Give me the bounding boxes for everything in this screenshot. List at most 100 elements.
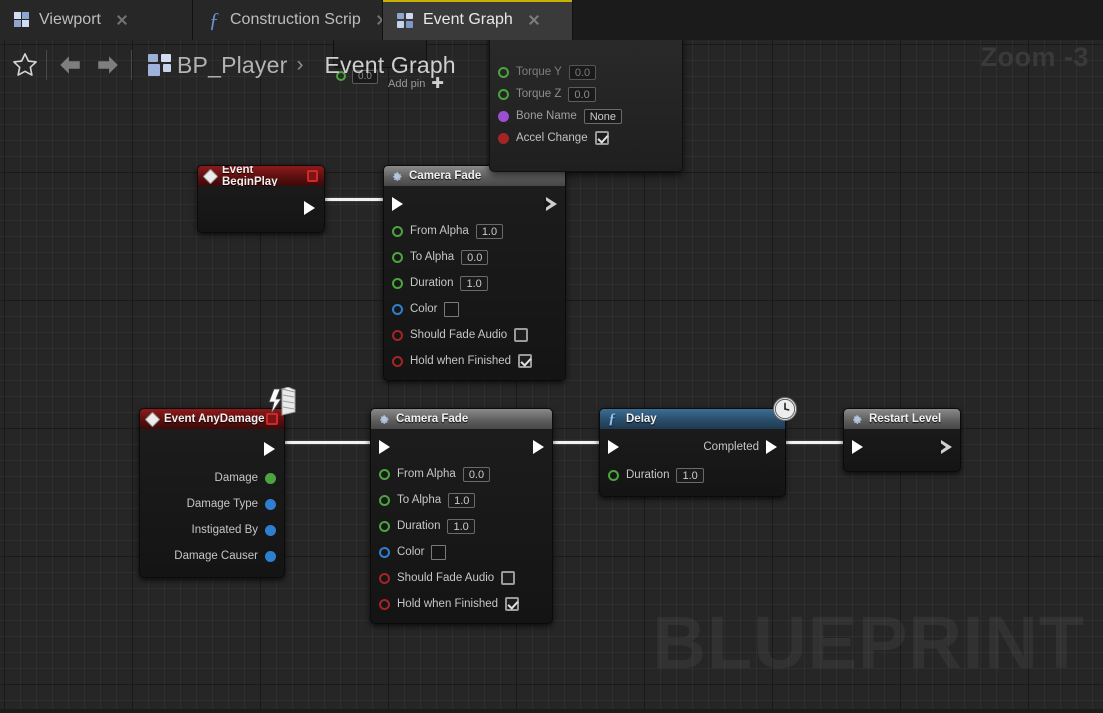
pin-icon-torque-z[interactable] [498, 88, 509, 100]
node-delay[interactable]: ƒ Delay Completed Duration 1.0 [599, 397, 797, 497]
exec-output-pin[interactable] [533, 440, 544, 454]
node-header[interactable]: Restart Level [844, 409, 960, 429]
pin-label: Hold when Finished [410, 355, 512, 367]
close-icon[interactable] [375, 13, 382, 27]
pin-label: From Alpha [410, 225, 469, 237]
node-row: From Alpha 1.0 [384, 220, 565, 242]
pin-icon-color[interactable] [392, 303, 403, 315]
pin-icon-damage-type[interactable] [265, 498, 276, 510]
exec-output-pin-completed[interactable] [766, 440, 777, 454]
exec-input-pin[interactable] [608, 440, 619, 454]
forward-arrow-icon[interactable] [89, 48, 127, 82]
tab-construction-script[interactable]: ƒ Construction Scrip [193, 0, 383, 40]
pin-icon-from-alpha[interactable] [379, 468, 390, 480]
breadcrumb-graph-name[interactable]: Event Graph [324, 52, 455, 79]
pin-icon-accel-change[interactable] [498, 132, 509, 144]
pin-icon-hold-when-finished[interactable] [392, 355, 403, 367]
exec-output-pin[interactable] [264, 442, 275, 456]
node-row: Damage Causer [140, 545, 284, 567]
checkbox-hold-when-finished[interactable] [505, 597, 520, 611]
value-field-duration[interactable]: 1.0 [460, 275, 488, 291]
checkbox-should-fade-audio[interactable] [501, 571, 516, 585]
value-field[interactable]: 0.0 [568, 86, 596, 102]
exec-output-pin[interactable] [544, 197, 557, 211]
toolbar-separator [46, 50, 47, 80]
node-body: Completed Duration 1.0 [600, 429, 785, 496]
exec-input-pin[interactable] [379, 440, 390, 454]
exec-output-pin[interactable] [939, 440, 952, 454]
pin-icon-hold-when-finished[interactable] [379, 598, 390, 610]
delegate-output-pin[interactable] [306, 170, 318, 182]
pin-icon-color[interactable] [379, 546, 390, 558]
close-icon[interactable] [527, 13, 541, 27]
node-event-beginplay[interactable]: Event BeginPlay [197, 165, 325, 233]
checkbox[interactable] [594, 131, 609, 145]
node-title: Camera Fade [396, 413, 469, 425]
exec-output-pin[interactable] [304, 201, 315, 215]
node-event-anydamage[interactable]: Event AnyDamage Damage Damage Type Insti… [139, 386, 296, 578]
pin-label: Torque Y [516, 66, 562, 78]
exec-input-pin[interactable] [392, 197, 403, 211]
partial-node-add-torque[interactable]: Torque Y 0.0 Torque Z 0.0 Bone Name None… [489, 40, 683, 172]
pin-icon-duration[interactable] [608, 469, 619, 481]
pin-icon-to-alpha[interactable] [392, 251, 403, 263]
node-row-exec: Completed [600, 435, 785, 459]
node-row: Color [384, 298, 565, 320]
close-icon[interactable] [115, 13, 129, 27]
back-arrow-icon[interactable] [51, 48, 89, 82]
pin-icon-from-alpha[interactable] [392, 225, 403, 237]
node-row: Color [371, 541, 552, 563]
value-field-duration[interactable]: 1.0 [447, 518, 475, 534]
node-camera-fade-1[interactable]: Camera Fade From Alpha 1.0 To Alpha 0.0 [383, 165, 566, 381]
gear-icon [391, 170, 403, 182]
pin-icon-should-fade-audio[interactable] [392, 329, 403, 341]
value-field-from-alpha[interactable]: 1.0 [475, 223, 504, 239]
node-header[interactable]: Camera Fade [371, 409, 552, 429]
value-field-to-alpha[interactable]: 0.0 [461, 249, 489, 265]
pin-icon-damage[interactable] [265, 472, 276, 484]
pin-label: Accel Change [516, 132, 588, 144]
node-row: Duration 1.0 [371, 515, 552, 537]
node-body [198, 186, 324, 232]
node-row-exec-out [140, 437, 284, 461]
pin-icon-should-fade-audio[interactable] [379, 572, 390, 584]
event-graph-canvas[interactable]: BLUEPRINT 0.0 Add pin ✚ Torque Y 0.0 Tor… [0, 40, 1103, 713]
node-title: Restart Level [869, 413, 942, 425]
value-field[interactable]: None [583, 108, 623, 124]
node-title: Camera Fade [409, 170, 482, 182]
node-header[interactable]: Event BeginPlay [198, 166, 324, 186]
pin-icon-torque-y[interactable] [498, 66, 509, 78]
color-swatch[interactable] [444, 301, 460, 317]
checkbox-should-fade-audio[interactable] [514, 328, 529, 342]
favorite-star-icon[interactable] [8, 49, 42, 81]
value-field-duration[interactable]: 1.0 [676, 467, 704, 483]
pin-icon-damage-causer[interactable] [265, 550, 276, 562]
value-field[interactable]: 0.0 [568, 64, 597, 80]
pin-label: Bone Name [516, 110, 577, 122]
event-diamond-icon [144, 411, 161, 427]
node-camera-fade-2[interactable]: Camera Fade From Alpha 0.0 To Alpha 1.0 [370, 408, 553, 624]
exec-input-pin[interactable] [852, 440, 863, 454]
pin-icon-to-alpha[interactable] [379, 494, 390, 506]
tab-viewport[interactable]: Viewport [0, 0, 193, 40]
breadcrumb-blueprint-name[interactable]: BP_Player [177, 52, 287, 79]
latent-clock-icon [773, 397, 797, 421]
color-swatch[interactable] [431, 544, 447, 560]
pin-label: From Alpha [397, 468, 456, 480]
node-row: Bone Name None [490, 105, 682, 127]
pin-icon-instigated-by[interactable] [265, 524, 276, 536]
pin-icon-duration[interactable] [379, 520, 390, 532]
node-row: Torque Y 0.0 [490, 61, 682, 83]
pin-icon-duration[interactable] [392, 277, 403, 289]
tab-event-graph[interactable]: Event Graph [383, 0, 573, 40]
node-title: Event AnyDamage [164, 413, 265, 425]
pin-label: Color [410, 303, 438, 315]
checkbox-hold-when-finished[interactable] [518, 354, 533, 368]
value-field-from-alpha[interactable]: 0.0 [462, 466, 491, 482]
node-header[interactable]: ƒ Delay [600, 409, 785, 429]
node-row: To Alpha 1.0 [371, 489, 552, 511]
gear-icon [851, 413, 863, 425]
pin-icon-bone-name[interactable] [498, 110, 509, 122]
value-field-to-alpha[interactable]: 1.0 [448, 492, 476, 508]
node-restart-level[interactable]: Restart Level [843, 408, 961, 472]
